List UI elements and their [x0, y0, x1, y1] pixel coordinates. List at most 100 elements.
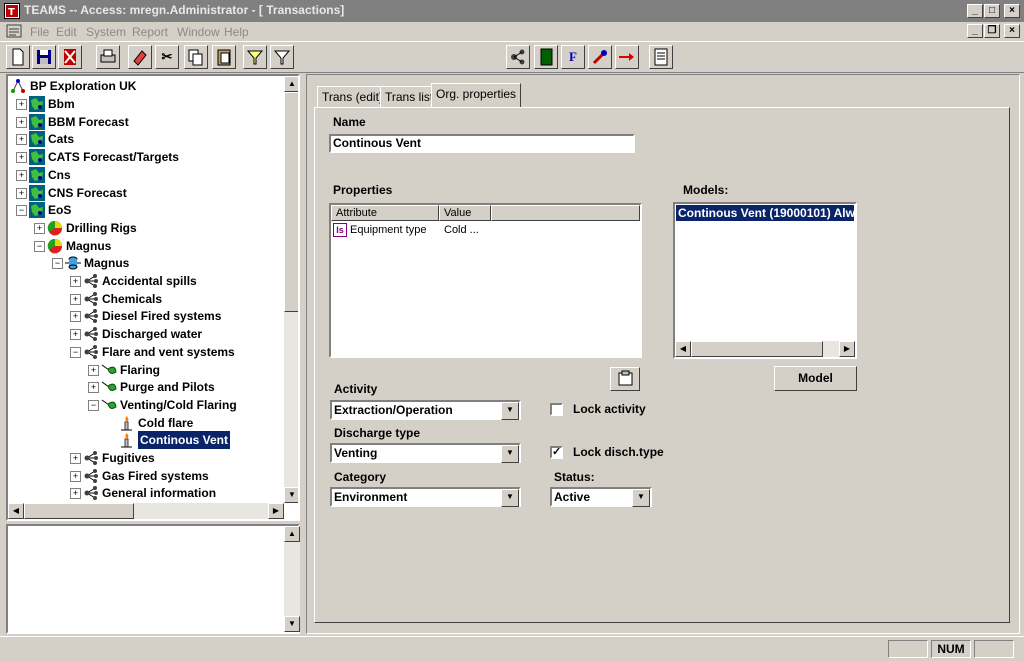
mdi-minimize-button[interactable]: _	[967, 24, 983, 38]
tree-item[interactable]: Continous Vent	[8, 431, 280, 450]
scroll-right-button[interactable]: ▶	[268, 503, 284, 519]
column-header-value[interactable]: Value	[439, 205, 491, 221]
chevron-down-icon[interactable]: ▼	[501, 402, 519, 420]
save-icon[interactable]	[32, 45, 56, 69]
tab-org-properties[interactable]: Org. properties	[431, 83, 522, 108]
tree-item[interactable]: + Drilling Rigs	[8, 219, 280, 237]
expand-icon[interactable]: +	[34, 222, 45, 234]
app-icon[interactable]: T	[4, 3, 20, 19]
tree-item[interactable]: Cold flare	[8, 414, 280, 432]
expand-icon[interactable]: +	[70, 311, 81, 323]
details-vscrollbar[interactable]: ▲ ▼	[284, 526, 300, 632]
mdi-close-button[interactable]: ×	[1004, 24, 1020, 38]
tree-item[interactable]: − Magnus	[8, 237, 280, 255]
mdi-restore-button[interactable]: ❐	[984, 24, 1000, 38]
tree-item[interactable]: + Gas Fired systems	[8, 467, 280, 485]
status-select[interactable]: Active ▼	[550, 487, 652, 507]
tree-panel[interactable]: BP Exploration UK + Bbm + BBM Forecast + Cats…	[6, 74, 300, 521]
discharge-type-select[interactable]: Venting ▼	[330, 443, 521, 463]
collapse-icon[interactable]: −	[16, 205, 27, 217]
formula-icon[interactable]: F	[561, 45, 585, 69]
details-scroll-down[interactable]: ▼	[284, 616, 300, 632]
minimize-button[interactable]: _	[967, 4, 983, 18]
new-icon[interactable]	[6, 45, 30, 69]
scroll-down-button[interactable]: ▼	[284, 487, 298, 503]
tree-item[interactable]: − Flare and vent systems	[8, 343, 280, 361]
tree-item[interactable]: + Accidental spills	[8, 272, 280, 290]
expand-icon[interactable]: +	[16, 134, 27, 146]
column-header-attribute[interactable]: Attribute	[331, 205, 439, 221]
properties-list[interactable]: Attribute Value Is Equipment type Cold .…	[329, 203, 642, 358]
chevron-down-icon[interactable]: ▼	[501, 489, 519, 507]
cut-icon[interactable]: ✂	[155, 45, 179, 69]
tree-item[interactable]: + BBM Forecast	[8, 113, 280, 131]
collapse-icon[interactable]: −	[34, 240, 45, 252]
transfer-icon[interactable]	[615, 45, 639, 69]
tree-item[interactable]: + General information	[8, 484, 280, 502]
tree-item[interactable]: − Venting/Cold Flaring	[8, 396, 280, 414]
tree-item[interactable]: + Bbm	[8, 95, 280, 113]
collapse-icon[interactable]: −	[88, 399, 99, 411]
menu-window[interactable]: Window	[177, 25, 220, 39]
models-hscrollbar[interactable]: ◀ ▶	[675, 341, 855, 357]
tree-item[interactable]: + Cats	[8, 130, 280, 148]
menu-system[interactable]: System	[86, 25, 126, 39]
details-scroll-up[interactable]: ▲	[284, 526, 300, 542]
category-select[interactable]: Environment ▼	[330, 487, 521, 507]
tab-trans-edit[interactable]: Trans (edit)	[317, 86, 388, 108]
menu-file[interactable]: File	[30, 25, 49, 39]
copy-icon[interactable]	[184, 45, 208, 69]
collapse-icon[interactable]: −	[52, 258, 63, 270]
lock-activity-checkbox[interactable]	[550, 403, 563, 416]
scroll-up-button[interactable]: ▲	[284, 76, 298, 92]
tools-icon[interactable]	[588, 45, 612, 69]
name-field[interactable]: Continous Vent	[329, 134, 635, 153]
tree-item[interactable]: + Cns	[8, 166, 280, 184]
expand-icon[interactable]: +	[70, 293, 81, 305]
book-icon[interactable]	[534, 45, 558, 69]
collapse-icon[interactable]: −	[70, 346, 81, 358]
menu-help[interactable]: Help	[224, 25, 249, 39]
scroll-thumb[interactable]	[284, 92, 298, 312]
eraser-icon[interactable]	[128, 45, 152, 69]
models-list[interactable]: Continous Vent (19000101) Alwa ◀ ▶	[673, 202, 857, 359]
properties-edit-icon[interactable]	[610, 367, 640, 391]
tree-item[interactable]: + Flaring	[8, 361, 280, 379]
tab-trans-list[interactable]: Trans list	[380, 86, 439, 108]
menu-report[interactable]: Report	[132, 25, 168, 39]
tree-item[interactable]: − EoS	[8, 201, 280, 219]
tree-item[interactable]: − Magnus	[8, 254, 280, 272]
print-icon[interactable]	[96, 45, 120, 69]
clear-filter-icon[interactable]	[270, 45, 294, 69]
activity-select[interactable]: Extraction/Operation ▼	[330, 400, 521, 420]
expand-icon[interactable]: +	[16, 152, 27, 164]
expand-icon[interactable]: +	[70, 453, 81, 464]
expand-icon[interactable]: +	[16, 116, 27, 128]
expand-icon[interactable]: +	[16, 187, 27, 199]
expand-icon[interactable]: +	[70, 276, 81, 287]
tree-item[interactable]: + Chemicals	[8, 290, 280, 308]
model-button[interactable]: Model	[774, 366, 857, 391]
models-scroll-left[interactable]: ◀	[675, 341, 691, 357]
lock-disch-checkbox[interactable]: ✓	[550, 446, 563, 459]
table-row[interactable]: Is Equipment type Cold ...	[333, 223, 633, 239]
expand-icon[interactable]: +	[16, 99, 27, 110]
title-bar[interactable]: T TEAMS -- Access: mregn.Administrator -…	[0, 0, 1024, 22]
models-scroll-right[interactable]: ▶	[839, 341, 855, 357]
expand-icon[interactable]: +	[88, 364, 99, 376]
tree-view-icon[interactable]	[506, 45, 530, 69]
close-button[interactable]: ×	[1004, 4, 1020, 18]
tree-vscrollbar[interactable]: ▲ ▼	[284, 76, 298, 503]
menu-edit[interactable]: Edit	[56, 25, 77, 39]
scroll-left-button[interactable]: ◀	[8, 503, 24, 519]
expand-icon[interactable]: +	[16, 169, 27, 181]
report-icon[interactable]	[649, 45, 673, 69]
expand-icon[interactable]: +	[70, 470, 81, 482]
filter-icon[interactable]	[243, 45, 267, 69]
maximize-button[interactable]: □	[984, 4, 1000, 18]
expand-icon[interactable]: +	[88, 382, 99, 394]
tree-item[interactable]: + Purge and Pilots	[8, 378, 280, 396]
chevron-down-icon[interactable]: ▼	[501, 445, 519, 463]
tree-item[interactable]: + CATS Forecast/Targets	[8, 148, 280, 166]
paste-icon[interactable]	[212, 45, 236, 69]
